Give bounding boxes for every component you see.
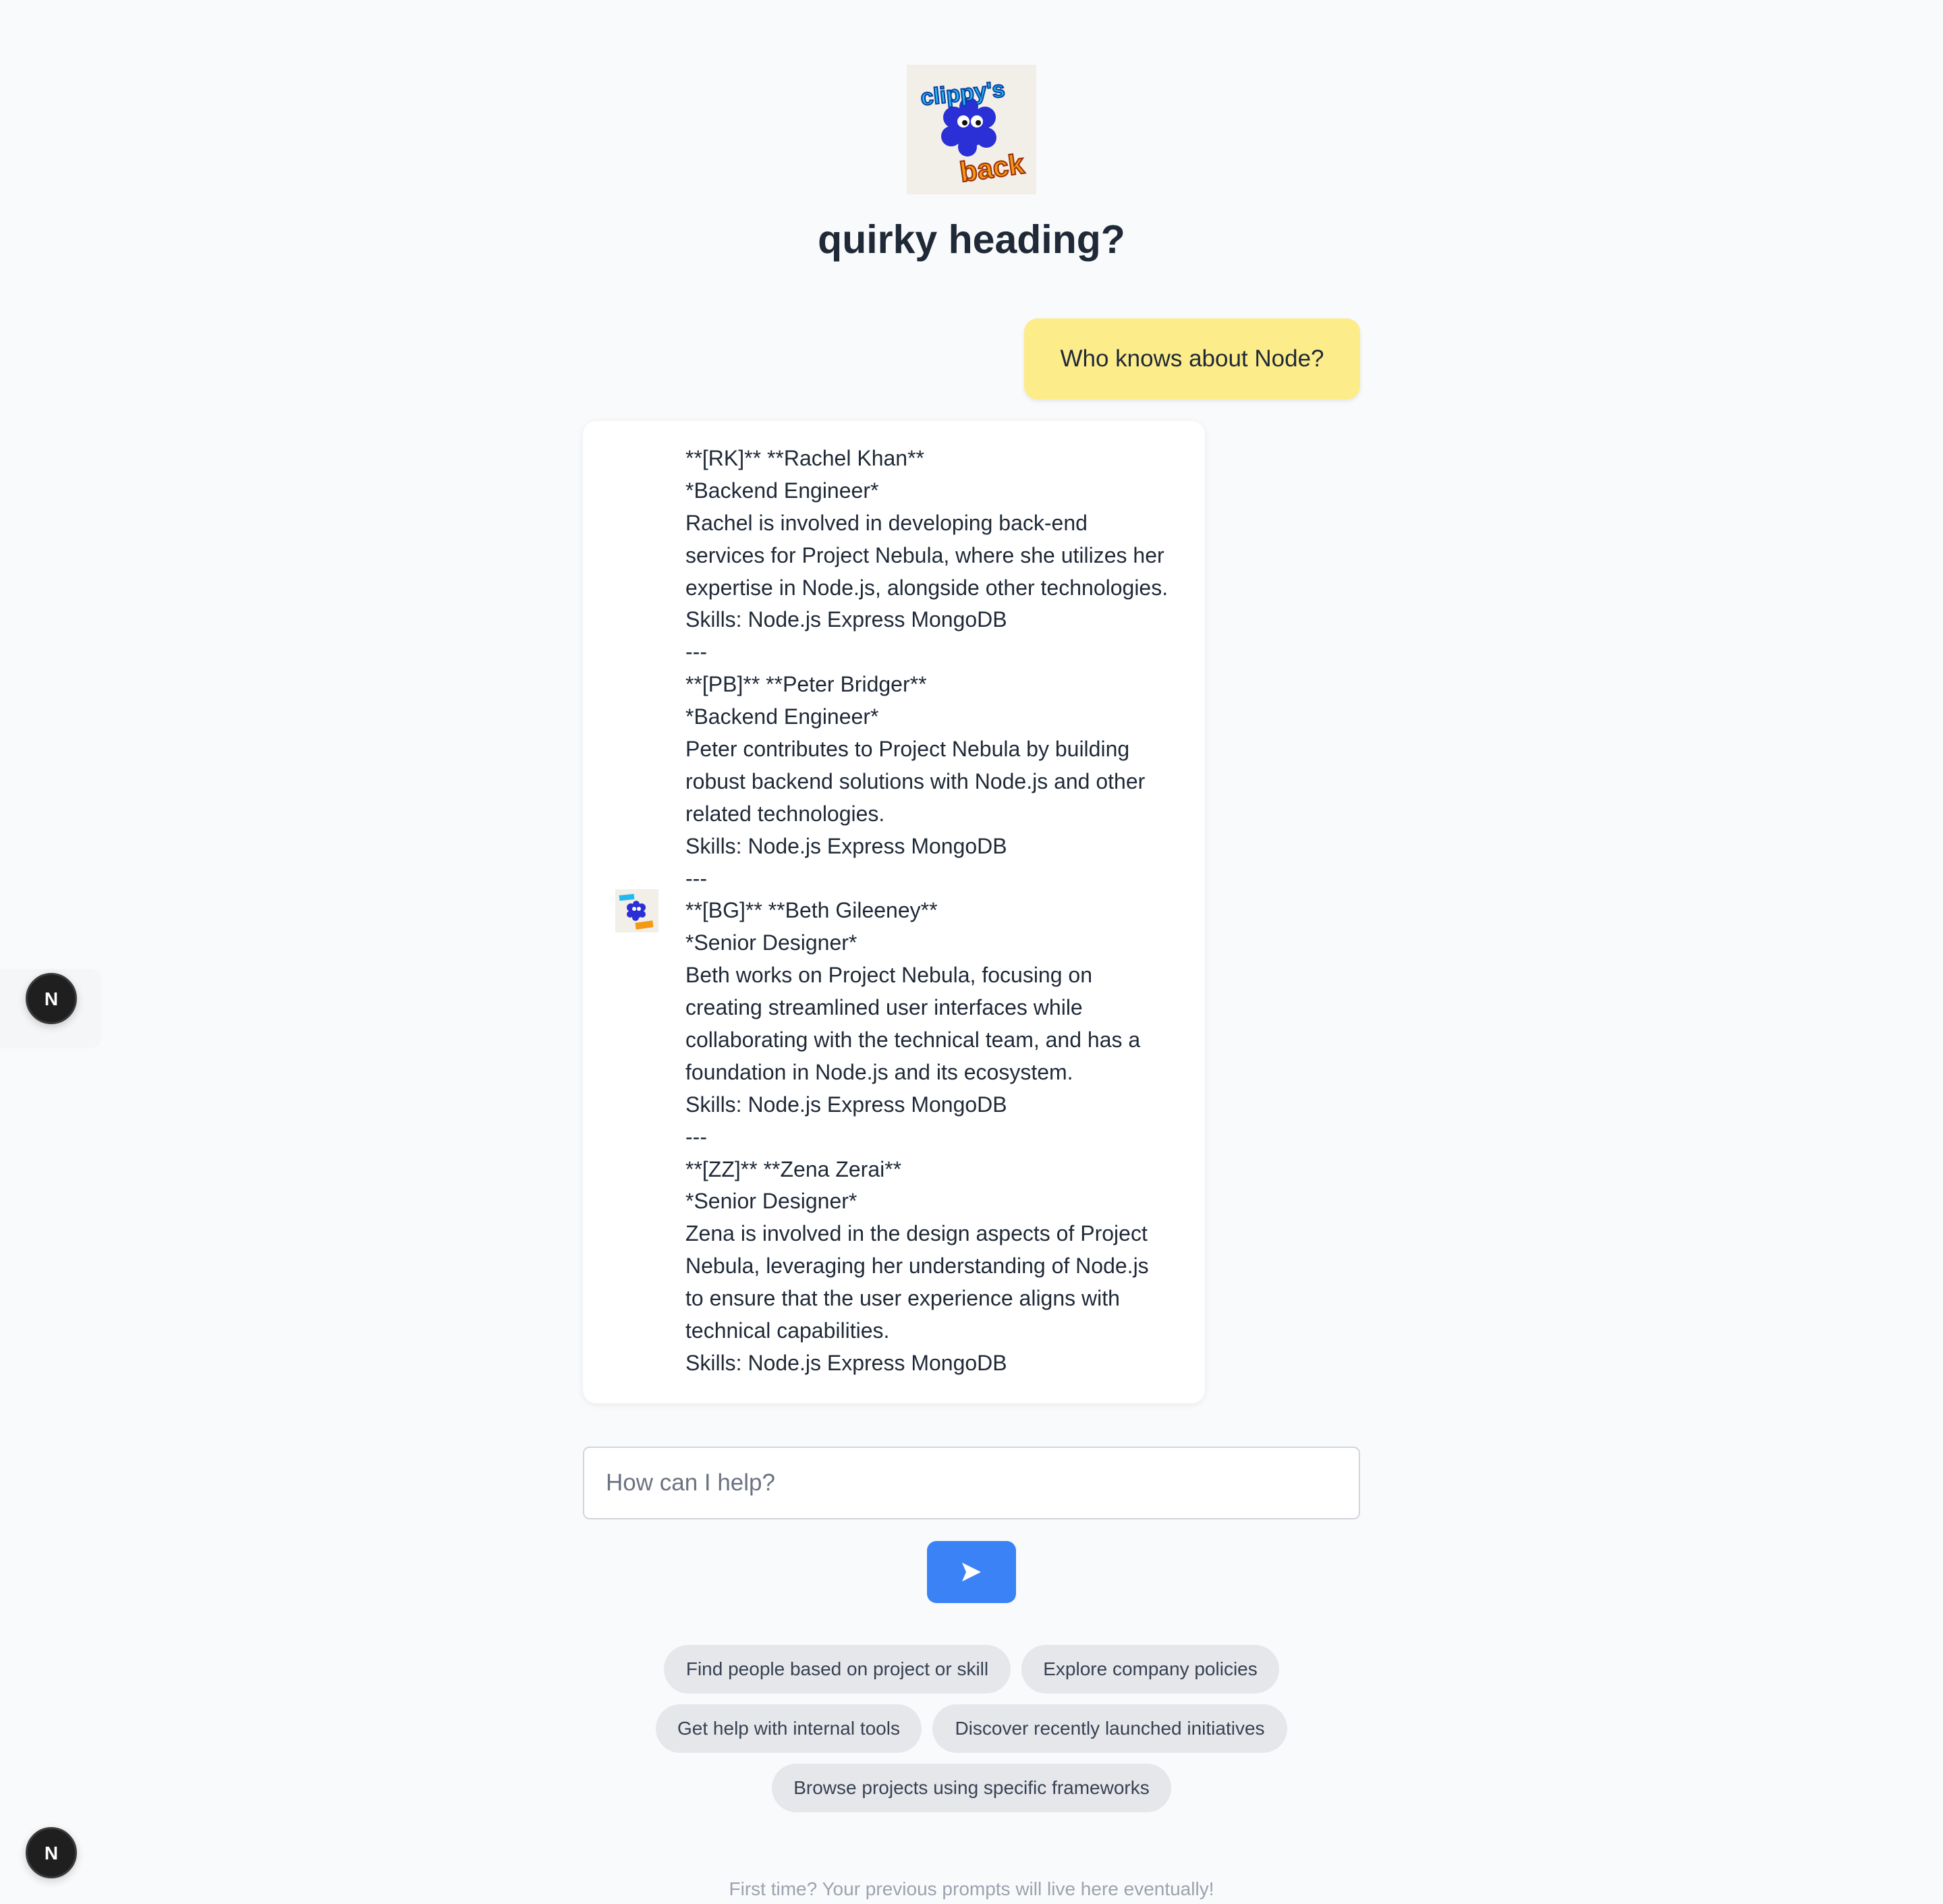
nextjs-logo-icon: N <box>45 1843 58 1864</box>
assistant-message-text: **[RK]** **Rachel Khan** *Backend Engine… <box>685 443 1191 1380</box>
assistant-avatar <box>615 889 658 932</box>
suggestion-chip-recent-initiatives[interactable]: Discover recently launched initiatives <box>932 1704 1287 1753</box>
nextjs-devtools-badge-bottom[interactable]: N <box>26 1827 77 1878</box>
assistant-line: Beth works on Project Nebula, focusing o… <box>685 963 1092 988</box>
assistant-line: *Senior Designer* <box>685 1189 857 1214</box>
assistant-line: technical capabilities. <box>685 1318 890 1343</box>
assistant-line: Skills: Node.js Express MongoDB <box>685 1350 1007 1375</box>
page-title: quirky heading? <box>818 217 1125 262</box>
previous-prompts-note: First time? Your previous prompts will l… <box>729 1878 1214 1899</box>
assistant-line: Skills: Node.js Express MongoDB <box>685 607 1007 632</box>
app-logo: clippy's back <box>907 65 1036 194</box>
assistant-line: Nebula, leveraging her understanding of … <box>685 1254 1149 1279</box>
assistant-line: **[RK]** **Rachel Khan** <box>685 446 924 470</box>
assistant-line: **[PB]** **Peter Bridger** <box>685 672 927 697</box>
assistant-line: creating streamlined user interfaces whi… <box>685 995 1083 1020</box>
nextjs-devtools-badge[interactable]: N <box>26 973 77 1024</box>
assistant-line: Rachel is involved in developing back-en… <box>685 510 1088 535</box>
assistant-line: **[BG]** **Beth Gileeney** <box>685 898 938 923</box>
send-button[interactable] <box>927 1541 1016 1603</box>
assistant-line: Skills: Node.js Express MongoDB <box>685 833 1007 858</box>
user-message-bubble: Who knows about Node? <box>1024 318 1360 399</box>
assistant-line: collaborating with the technical team, a… <box>685 1028 1141 1053</box>
nextjs-logo-letter: N <box>45 988 58 1009</box>
assistant-line: foundation in Node.js and its ecosystem. <box>685 1059 1073 1084</box>
assistant-line: expertise in Node.js, alongside other te… <box>685 575 1168 600</box>
assistant-line: Zena is involved in the design aspects o… <box>685 1221 1148 1246</box>
assistant-line: related technologies. <box>685 801 885 826</box>
assistant-line: --- <box>685 866 707 891</box>
assistant-line: --- <box>685 1124 707 1149</box>
assistant-line: robust backend solutions with Node.js an… <box>685 768 1146 793</box>
suggestion-chip-find-people[interactable]: Find people based on project or skill <box>664 1645 1011 1693</box>
assistant-line: to ensure that the user experience align… <box>685 1286 1120 1311</box>
assistant-line: services for Project Nebula, where she u… <box>685 542 1164 567</box>
assistant-line: **[ZZ]** **Zena Zerai** <box>685 1156 902 1181</box>
assistant-message-card: **[RK]** **Rachel Khan** *Backend Engine… <box>583 421 1205 1403</box>
assistant-line: Peter contributes to Project Nebula by b… <box>685 737 1130 762</box>
assistant-line: Skills: Node.js Express MongoDB <box>685 1092 1007 1117</box>
user-message-text: Who knows about Node? <box>1060 345 1324 372</box>
clippy-mascot-avatar-icon <box>615 889 658 932</box>
nextjs-logo-letter: N <box>45 1843 58 1864</box>
assistant-line: --- <box>685 640 707 665</box>
suggestion-chip-browse-projects[interactable]: Browse projects using specific framework… <box>772 1764 1171 1812</box>
assistant-line: *Senior Designer* <box>685 930 857 955</box>
suggestion-chip-internal-tools[interactable]: Get help with internal tools <box>656 1704 922 1753</box>
assistant-line: *Backend Engineer* <box>685 478 879 503</box>
send-arrow-icon <box>962 1563 981 1581</box>
assistant-line: *Backend Engineer* <box>685 704 879 729</box>
clippy-mascot-logo-icon: clippy's back <box>907 65 1036 194</box>
nextjs-logo-icon: N <box>45 988 58 1009</box>
suggestion-chip-company-policies[interactable]: Explore company policies <box>1021 1645 1279 1693</box>
chat-input[interactable] <box>583 1447 1360 1519</box>
